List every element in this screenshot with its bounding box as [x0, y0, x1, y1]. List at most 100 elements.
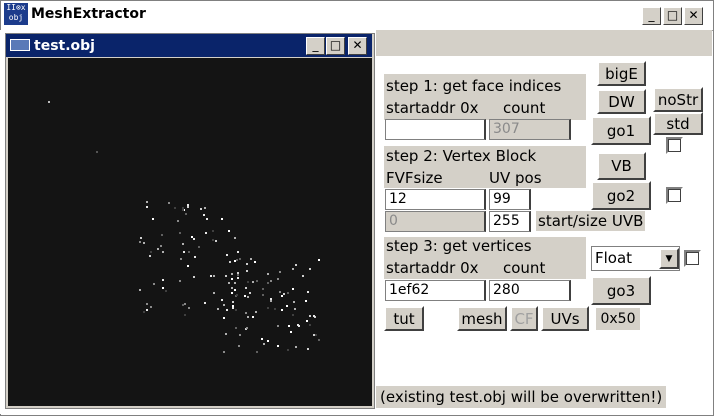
- cf-button: CF: [510, 306, 538, 331]
- bige-button[interactable]: bigE: [597, 61, 646, 86]
- std-button[interactable]: std: [653, 112, 703, 135]
- point: [262, 294, 264, 296]
- point: [277, 278, 279, 280]
- point: [204, 302, 206, 304]
- point: [307, 348, 309, 350]
- dw-button[interactable]: DW: [597, 89, 646, 114]
- mesh-button[interactable]: mesh: [457, 306, 507, 331]
- point: [146, 206, 148, 208]
- point: [246, 270, 248, 272]
- point: [318, 259, 320, 261]
- point: [184, 303, 186, 305]
- point: [237, 277, 239, 279]
- point: [247, 316, 249, 318]
- point: [140, 237, 142, 239]
- point: [174, 207, 176, 209]
- point: [198, 246, 200, 248]
- point: [277, 345, 279, 347]
- point: [306, 320, 308, 322]
- point: [213, 292, 215, 294]
- tut-button[interactable]: tut: [384, 306, 424, 331]
- point: [223, 351, 225, 353]
- point: [270, 280, 272, 282]
- point: [193, 276, 195, 278]
- step3-count-label: count: [503, 259, 546, 277]
- child-minimize-button[interactable]: _: [306, 37, 325, 55]
- point: [281, 309, 283, 311]
- point: [179, 232, 181, 234]
- step2-heading: step 2: Vertex Block: [386, 147, 537, 165]
- point: [143, 311, 145, 313]
- point: [295, 264, 297, 266]
- point: [307, 291, 309, 293]
- point: [231, 287, 233, 289]
- step2-checkbox[interactable]: [666, 187, 683, 204]
- point: [252, 316, 254, 318]
- point: [297, 324, 299, 326]
- point: [270, 298, 272, 300]
- point: [313, 315, 315, 317]
- point-cloud: [48, 101, 320, 353]
- point: [212, 239, 214, 241]
- step3-startaddr-label: startaddr 0x: [386, 259, 479, 277]
- go2-button[interactable]: go2: [591, 181, 651, 210]
- step3-startaddr-input[interactable]: 1ef62: [385, 280, 486, 301]
- point: [226, 254, 228, 256]
- point: [236, 259, 238, 261]
- point: [318, 339, 320, 341]
- point: [313, 334, 315, 336]
- format-checkbox[interactable]: [684, 250, 701, 267]
- point: [162, 279, 164, 281]
- point: [162, 287, 164, 289]
- child-close-button[interactable]: ✕: [348, 37, 367, 55]
- uv-pos-input[interactable]: 99: [489, 189, 531, 210]
- maximize-button[interactable]: □: [663, 7, 682, 25]
- point: [187, 206, 189, 208]
- go1-button[interactable]: go1: [591, 116, 651, 145]
- app-icon-line-1: II⊗x: [6, 3, 26, 12]
- point: [263, 343, 265, 345]
- app-icon[interactable]: II⊗x obj: [4, 3, 28, 25]
- point: [221, 299, 223, 301]
- point: [139, 289, 141, 291]
- point: [247, 296, 249, 298]
- point: [244, 295, 246, 297]
- point: [246, 263, 248, 265]
- step3-count-input[interactable]: 280: [489, 280, 571, 301]
- point: [249, 292, 251, 294]
- child-maximize-button[interactable]: □: [326, 37, 345, 55]
- std-checkbox[interactable]: [666, 137, 683, 154]
- step1-startaddr-input[interactable]: [385, 119, 486, 140]
- point: [215, 240, 217, 242]
- point: [194, 256, 196, 258]
- point: [182, 207, 184, 209]
- chevron-down-icon[interactable]: ▼: [659, 248, 679, 269]
- mesh-viewport[interactable]: [8, 58, 372, 406]
- minimize-button[interactable]: _: [642, 7, 661, 25]
- point: [237, 272, 239, 274]
- point: [234, 237, 236, 239]
- uvb-label: start/size UVB: [536, 211, 646, 231]
- document-icon[interactable]: [10, 39, 30, 51]
- point: [286, 305, 288, 307]
- point: [229, 261, 231, 263]
- point: [150, 251, 152, 253]
- uvb-start-input: 0: [385, 211, 486, 232]
- point: [292, 314, 294, 316]
- point: [153, 283, 155, 285]
- go3-button[interactable]: go3: [591, 276, 651, 305]
- point: [245, 287, 247, 289]
- point: [287, 349, 289, 351]
- fvf-size-input[interactable]: 12: [385, 189, 486, 210]
- point: [165, 290, 167, 292]
- point: [234, 289, 236, 291]
- point: [288, 325, 290, 327]
- close-button[interactable]: ✕: [684, 7, 703, 25]
- nostr-button[interactable]: noStr: [653, 87, 703, 112]
- point: [305, 300, 307, 302]
- uvs-button[interactable]: UVs: [541, 306, 589, 331]
- vb-button[interactable]: VB: [597, 152, 646, 180]
- uvb-size-input[interactable]: 255: [489, 211, 531, 232]
- point: [191, 236, 193, 238]
- point: [290, 331, 292, 333]
